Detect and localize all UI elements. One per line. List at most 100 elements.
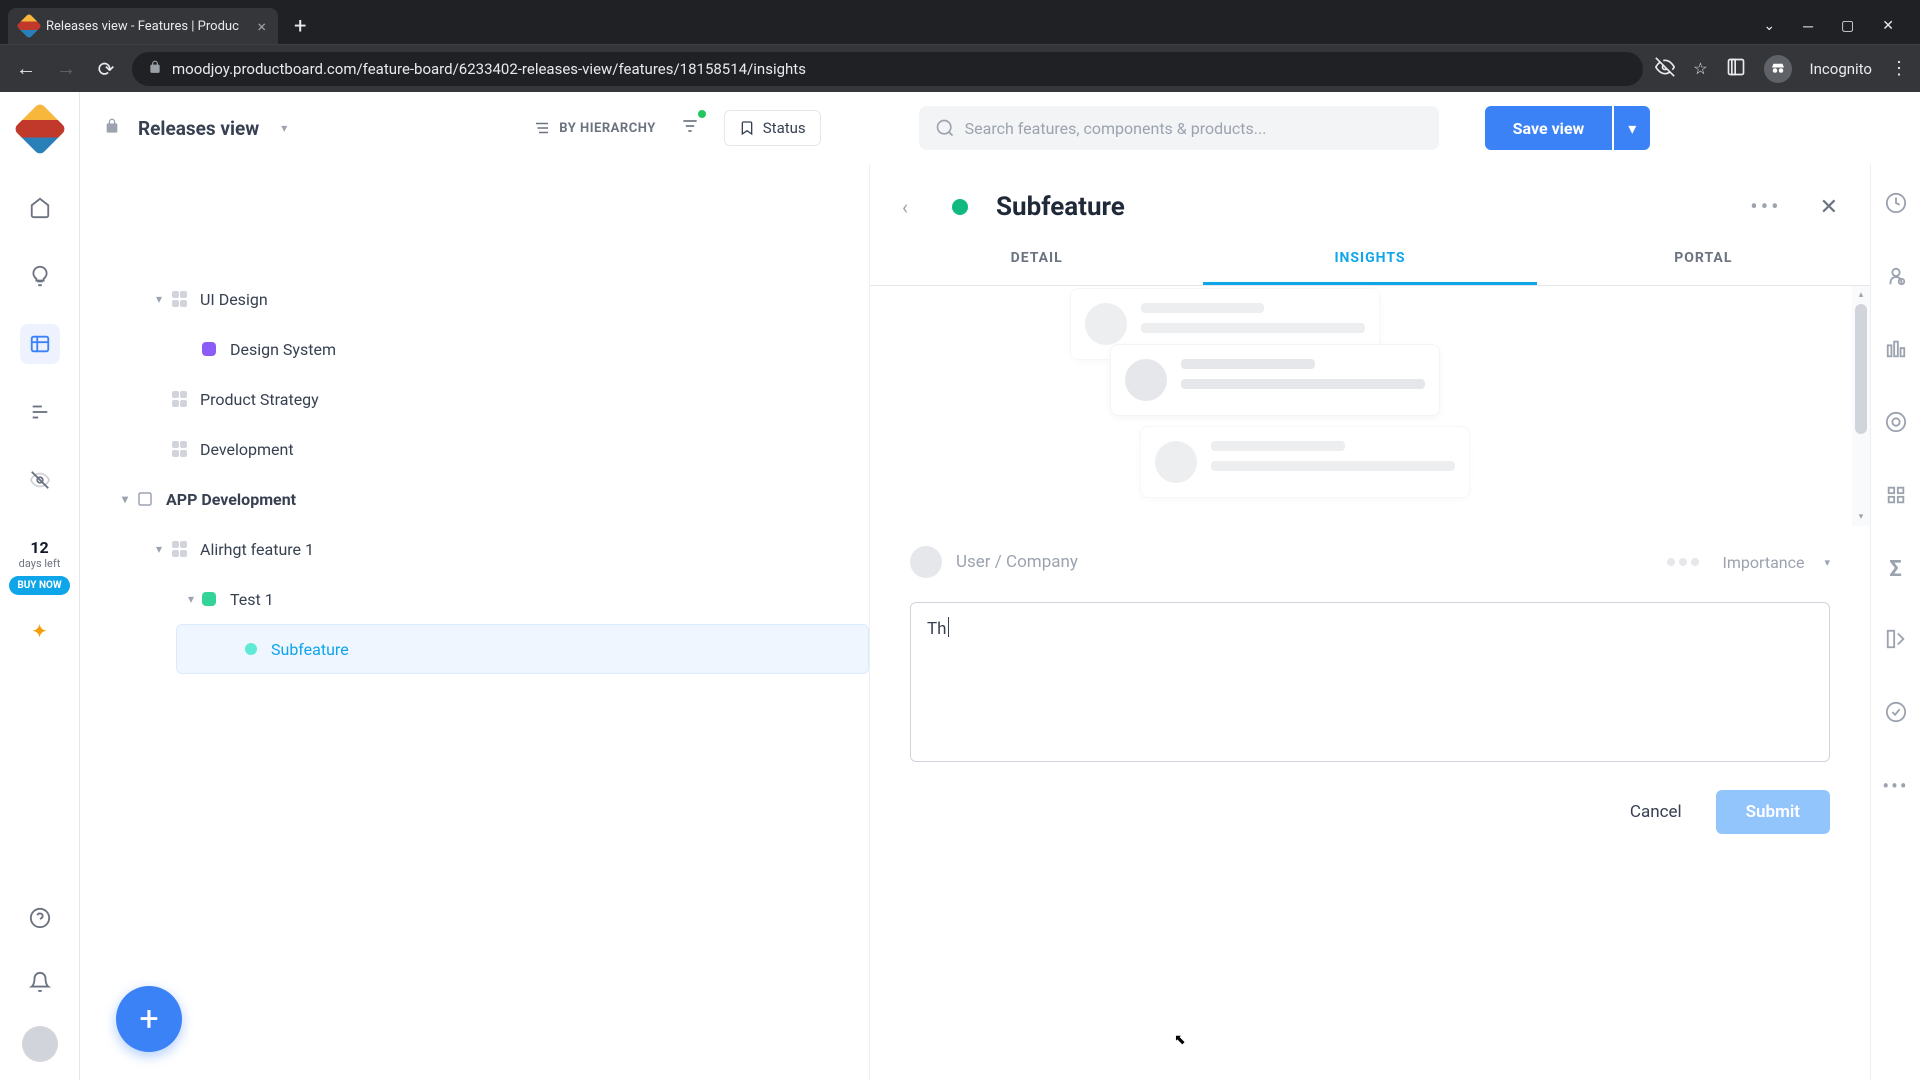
close-window-icon[interactable]: ✕: [1882, 18, 1894, 35]
add-feature-button[interactable]: +: [116, 986, 182, 1052]
cancel-button[interactable]: Cancel: [1612, 790, 1700, 834]
health-icon[interactable]: [1885, 701, 1907, 728]
forward-button[interactable]: →: [52, 55, 80, 83]
browser-chrome: Releases view - Features | Produc × + ⌄ …: [0, 0, 1920, 92]
insight-note-input[interactable]: Th: [910, 602, 1830, 762]
help-icon[interactable]: [20, 898, 60, 938]
topbar: Releases view ▾ BY HIERARCHY Status Sear…: [80, 92, 1920, 164]
status-label: Status: [763, 119, 806, 137]
sigma-icon[interactable]: Σ: [1889, 557, 1901, 582]
form-actions: Cancel Submit: [910, 790, 1830, 834]
by-hierarchy-button[interactable]: BY HIERARCHY: [533, 119, 655, 137]
tree-item-design-system[interactable]: Design System: [80, 324, 869, 374]
view-dropdown-icon[interactable]: ▾: [281, 121, 287, 135]
reload-button[interactable]: ⟳: [92, 55, 120, 83]
favicon-icon: [16, 13, 41, 38]
filter-button[interactable]: [674, 110, 706, 146]
star-icon[interactable]: ☆: [1693, 59, 1707, 78]
address-bar: ← → ⟳ moodjoy.productboard.com/feature-b…: [0, 44, 1920, 92]
left-rail: 12 days left BUY NOW ✦: [0, 92, 80, 1080]
chevron-down-icon[interactable]: ▾: [148, 542, 170, 556]
incognito-label: Incognito: [1810, 60, 1872, 78]
drivers-icon[interactable]: [1885, 484, 1907, 511]
chevron-down-icon[interactable]: ▾: [148, 292, 170, 306]
more-tools-icon[interactable]: •••: [1882, 774, 1908, 798]
back-button[interactable]: ←: [12, 55, 40, 83]
minimize-icon[interactable]: ─: [1803, 18, 1813, 35]
feature-color-icon: [202, 592, 216, 606]
view-name[interactable]: Releases view: [138, 117, 259, 140]
tree-item-app-development[interactable]: ▾ APP Development: [80, 474, 869, 524]
incognito-avatar-icon[interactable]: [1764, 55, 1792, 83]
detail-title[interactable]: Subfeature: [996, 192, 1125, 222]
roadmap-icon[interactable]: [20, 392, 60, 432]
user-avatar-placeholder[interactable]: [910, 546, 942, 578]
tree-item-test1[interactable]: ▾ Test 1: [80, 574, 869, 624]
form-meta-row: User / Company Importance ▾: [910, 546, 1830, 578]
right-rail: Σ •••: [1870, 164, 1920, 1080]
extension-icon[interactable]: [1726, 57, 1746, 81]
window-controls: ⌄ ─ ▢ ✕: [1763, 18, 1912, 35]
releases-icon[interactable]: [1885, 628, 1907, 655]
user-company-field[interactable]: User / Company: [956, 552, 1078, 572]
tab-portal[interactable]: PORTAL: [1537, 234, 1870, 285]
tree-label: UI Design: [200, 290, 268, 309]
app: 12 days left BUY NOW ✦ Releases view ▾ B…: [0, 92, 1920, 1080]
chevron-down-icon[interactable]: ▾: [180, 592, 202, 606]
scroll-up-icon[interactable]: ▴: [1859, 290, 1864, 300]
status-filter-button[interactable]: Status: [724, 110, 821, 146]
chevron-down-icon[interactable]: ▾: [1824, 556, 1830, 569]
scroll-down-icon[interactable]: ▾: [1859, 512, 1864, 522]
tree-label: APP Development: [166, 490, 296, 509]
back-icon[interactable]: ‹: [902, 195, 908, 219]
tab-title: Releases view - Features | Produc: [46, 19, 249, 34]
home-icon[interactable]: [20, 188, 60, 228]
importance-dropdown[interactable]: Importance: [1723, 553, 1805, 572]
by-hierarchy-label: BY HIERARCHY: [559, 121, 655, 136]
tree-item-development[interactable]: Development: [80, 424, 869, 474]
feature-tree: ▾ UI Design Design System Product Strate…: [80, 164, 870, 1080]
features-icon[interactable]: [20, 324, 60, 364]
note-text: Th: [927, 619, 947, 639]
tabs-dropdown-icon[interactable]: ⌄: [1763, 18, 1775, 35]
component-icon: [170, 440, 188, 458]
buy-now-button[interactable]: BUY NOW: [9, 576, 69, 595]
insights-icon[interactable]: [20, 256, 60, 296]
tree-item-product-strategy[interactable]: Product Strategy: [80, 374, 869, 424]
chevron-down-icon[interactable]: ▾: [114, 492, 136, 506]
url-field[interactable]: moodjoy.productboard.com/feature-board/6…: [132, 52, 1643, 86]
save-view-dropdown[interactable]: ▾: [1614, 106, 1650, 150]
tree-item-subfeature[interactable]: Subfeature: [176, 624, 869, 674]
sparkle-icon[interactable]: ✦: [31, 619, 48, 643]
new-tab-button[interactable]: +: [284, 14, 316, 39]
tab-detail[interactable]: DETAIL: [870, 234, 1203, 285]
user-avatar[interactable]: [22, 1026, 58, 1062]
detail-tabs: DETAIL INSIGHTS PORTAL: [870, 234, 1870, 286]
tree-item-alirhgt[interactable]: ▾ Alirhgt feature 1: [80, 524, 869, 574]
tree-item-ui-design[interactable]: ▾ UI Design: [80, 274, 869, 324]
portal-icon[interactable]: [20, 460, 60, 500]
scrollbar[interactable]: ▴ ▾: [1852, 286, 1870, 526]
browser-tab[interactable]: Releases view - Features | Produc ×: [8, 8, 278, 44]
more-actions-icon[interactable]: •••: [1750, 195, 1781, 220]
user-impact-icon[interactable]: [1885, 265, 1907, 292]
new-insight-form: User / Company Importance ▾ Th Cancel Su…: [870, 526, 1870, 854]
scroll-thumb[interactable]: [1855, 304, 1867, 434]
history-icon[interactable]: [1885, 192, 1907, 219]
target-icon[interactable]: [1885, 411, 1907, 438]
eye-off-icon[interactable]: [1655, 57, 1675, 81]
placeholder-card: [1140, 426, 1470, 498]
tab-insights[interactable]: INSIGHTS: [1203, 234, 1536, 285]
submit-button[interactable]: Submit: [1716, 790, 1830, 834]
url-text: moodjoy.productboard.com/feature-board/6…: [172, 60, 806, 78]
search-input[interactable]: Search features, components & products..…: [919, 106, 1439, 150]
objectives-icon[interactable]: [1885, 338, 1907, 365]
body: ▾ UI Design Design System Product Strate…: [80, 164, 1920, 1080]
browser-menu-icon[interactable]: ⋮: [1890, 58, 1908, 79]
save-view-button[interactable]: Save view: [1485, 106, 1613, 150]
app-logo-icon[interactable]: [13, 102, 67, 156]
close-tab-icon[interactable]: ×: [257, 17, 266, 36]
close-panel-icon[interactable]: ✕: [1820, 195, 1838, 220]
maximize-icon[interactable]: ▢: [1841, 18, 1854, 35]
notifications-icon[interactable]: [20, 962, 60, 1002]
